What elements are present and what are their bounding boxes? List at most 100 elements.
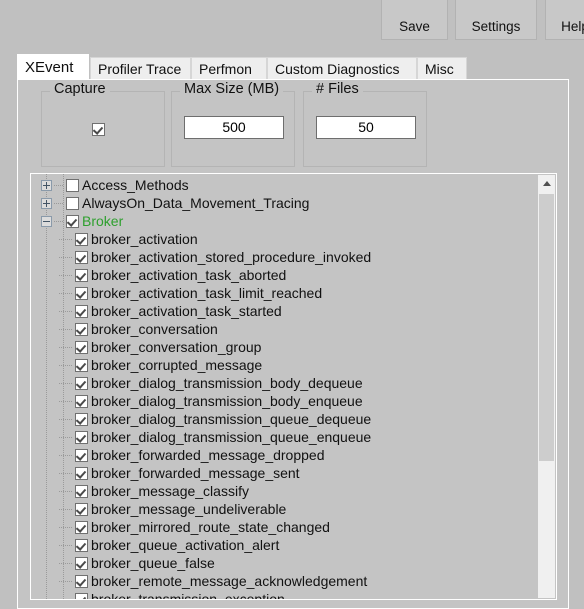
tree-connector-dots: [59, 274, 73, 276]
tab-profiler-trace[interactable]: Profiler Trace: [90, 57, 191, 79]
num-files-groupbox: # Files 50: [303, 81, 427, 167]
tree-connector-dots: [59, 472, 73, 474]
tree-connector-dots: [54, 184, 64, 186]
help-button[interactable]: Help: [545, 0, 584, 40]
tree-connector-dots: [59, 292, 73, 294]
tree-connector-dots: [59, 310, 73, 312]
tab-misc[interactable]: Misc: [417, 57, 467, 79]
tab-perfmon[interactable]: Perfmon: [191, 57, 267, 79]
collapse-icon[interactable]: [41, 215, 52, 227]
capture-checkbox[interactable]: [92, 123, 105, 137]
tree-node-checkbox[interactable]: [75, 394, 88, 408]
tree-node[interactable]: broker_activation_stored_procedure_invok…: [31, 248, 536, 266]
tab-xevent-label: XEvent: [25, 59, 74, 76]
save-button[interactable]: Save: [381, 0, 448, 40]
tree-node-label: Access_Methods: [82, 177, 189, 193]
num-files-input[interactable]: 50: [316, 116, 416, 139]
tree-node[interactable]: Access_Methods: [31, 176, 536, 194]
tree-node-checkbox[interactable]: [75, 574, 88, 588]
tree-node-checkbox[interactable]: [66, 196, 79, 210]
tree-node-checkbox[interactable]: [75, 232, 88, 246]
tree-node-checkbox[interactable]: [75, 286, 88, 300]
tree-node-checkbox[interactable]: [66, 178, 79, 192]
tree-connector-dots: [54, 202, 64, 204]
tree-node-checkbox[interactable]: [75, 466, 88, 480]
tree-node-label: broker_mirrored_route_state_changed: [91, 519, 330, 535]
xevent-tab-page: Capture Max Size (MB) 500 # Files 50 Acc…: [17, 79, 569, 609]
tree-node[interactable]: broker_activation_task_aborted: [31, 266, 536, 284]
expand-icon[interactable]: [41, 197, 52, 209]
tree-node[interactable]: broker_mirrored_route_state_changed: [31, 518, 536, 536]
tree-connector-dots: [54, 220, 64, 222]
tree-connector-dots: [59, 508, 73, 510]
tree-node-checkbox[interactable]: [75, 412, 88, 426]
expand-icon[interactable]: [41, 179, 52, 191]
tree-node[interactable]: broker_dialog_transmission_queue_enqueue: [31, 428, 536, 446]
scroll-up-button[interactable]: [538, 175, 555, 192]
tree-node-checkbox[interactable]: [75, 520, 88, 534]
tree-connector-dots: [59, 454, 73, 456]
settings-button[interactable]: Settings: [455, 0, 537, 40]
tab-custom-diagnostics[interactable]: Custom Diagnostics: [267, 57, 417, 79]
tree-node-label: broker_dialog_transmission_queue_dequeue: [91, 411, 372, 427]
xevent-tree[interactable]: Access_Methods AlwaysOn_Data_Movement_Tra…: [31, 176, 536, 599]
tree-node-checkbox[interactable]: [75, 322, 88, 336]
tree-node[interactable]: broker_forwarded_message_sent: [31, 464, 536, 482]
tree-node[interactable]: broker_conversation_group: [31, 338, 536, 356]
tree-node-label: broker_queue_activation_alert: [91, 537, 280, 553]
tree-node[interactable]: broker_forwarded_message_dropped: [31, 446, 536, 464]
tree-node-checkbox[interactable]: [75, 430, 88, 444]
capture-groupbox-title: Capture: [50, 81, 110, 97]
tab-xevent[interactable]: XEvent: [17, 54, 89, 80]
capture-checkbox-wrap[interactable]: [92, 121, 105, 137]
settings-button-label: Settings: [471, 19, 521, 34]
tree-node[interactable]: broker_dialog_transmission_queue_dequeue: [31, 410, 536, 428]
tree-node-checkbox[interactable]: [75, 502, 88, 516]
tree-node[interactable]: broker_corrupted_message: [31, 356, 536, 374]
help-button-label: Help: [561, 19, 584, 34]
tree-node-checkbox[interactable]: [75, 538, 88, 552]
tree-node[interactable]: broker_dialog_transmission_body_enqueue: [31, 392, 536, 410]
tree-node-checkbox[interactable]: [75, 358, 88, 372]
tree-node-checkbox[interactable]: [75, 340, 88, 354]
tree-node[interactable]: broker_dialog_transmission_body_dequeue: [31, 374, 536, 392]
tree-node-checkbox[interactable]: [75, 592, 88, 599]
tree-node-checkbox[interactable]: [75, 304, 88, 318]
tree-node[interactable]: broker_activation: [31, 230, 536, 248]
tree-node[interactable]: broker_queue_false: [31, 554, 536, 572]
scrollbar-thumb[interactable]: [539, 194, 554, 461]
tree-node-checkbox[interactable]: [75, 556, 88, 570]
tree-node-label: broker_queue_false: [91, 555, 215, 571]
tree-node[interactable]: broker_message_classify: [31, 482, 536, 500]
tree-node-checkbox[interactable]: [75, 376, 88, 390]
tree-node[interactable]: broker_activation_task_started: [31, 302, 536, 320]
tree-node-label: broker_dialog_transmission_body_enqueue: [91, 393, 363, 409]
tree-vertical-scrollbar[interactable]: [538, 175, 555, 598]
tree-node[interactable]: broker_transmission_exception: [31, 590, 536, 599]
max-size-groupbox: Max Size (MB) 500: [171, 81, 295, 167]
tree-connector-dots: [59, 436, 73, 438]
max-size-input[interactable]: 500: [184, 116, 284, 139]
tree-node-label: broker_activation_task_limit_reached: [91, 285, 323, 301]
tree-node-checkbox[interactable]: [75, 448, 88, 462]
tree-node[interactable]: AlwaysOn_Data_Movement_Tracing: [31, 194, 536, 212]
tree-node-checkbox[interactable]: [66, 214, 79, 228]
tree-node[interactable]: broker_queue_activation_alert: [31, 536, 536, 554]
tree-connector-dots: [59, 346, 73, 348]
tree-node-label: broker_message_classify: [91, 483, 249, 499]
tree-connector-dots: [59, 562, 73, 564]
tree-node-checkbox[interactable]: [75, 484, 88, 498]
tree-node-checkbox[interactable]: [75, 268, 88, 282]
tree-connector-dots: [59, 418, 73, 420]
tab-profiler-trace-label: Profiler Trace: [98, 60, 182, 77]
tree-node[interactable]: broker_activation_task_limit_reached: [31, 284, 536, 302]
tab-custom-diagnostics-label: Custom Diagnostics: [275, 60, 400, 77]
tree-node[interactable]: broker_message_undeliverable: [31, 500, 536, 518]
tree-node[interactable]: Broker: [31, 212, 536, 230]
tree-connector-dots: [59, 256, 73, 258]
tree-node-checkbox[interactable]: [75, 250, 88, 264]
tree-node[interactable]: broker_remote_message_acknowledgement: [31, 572, 536, 590]
tree-node[interactable]: broker_conversation: [31, 320, 536, 338]
capture-groupbox: Capture: [41, 81, 165, 167]
chevron-up-icon: [542, 181, 551, 186]
